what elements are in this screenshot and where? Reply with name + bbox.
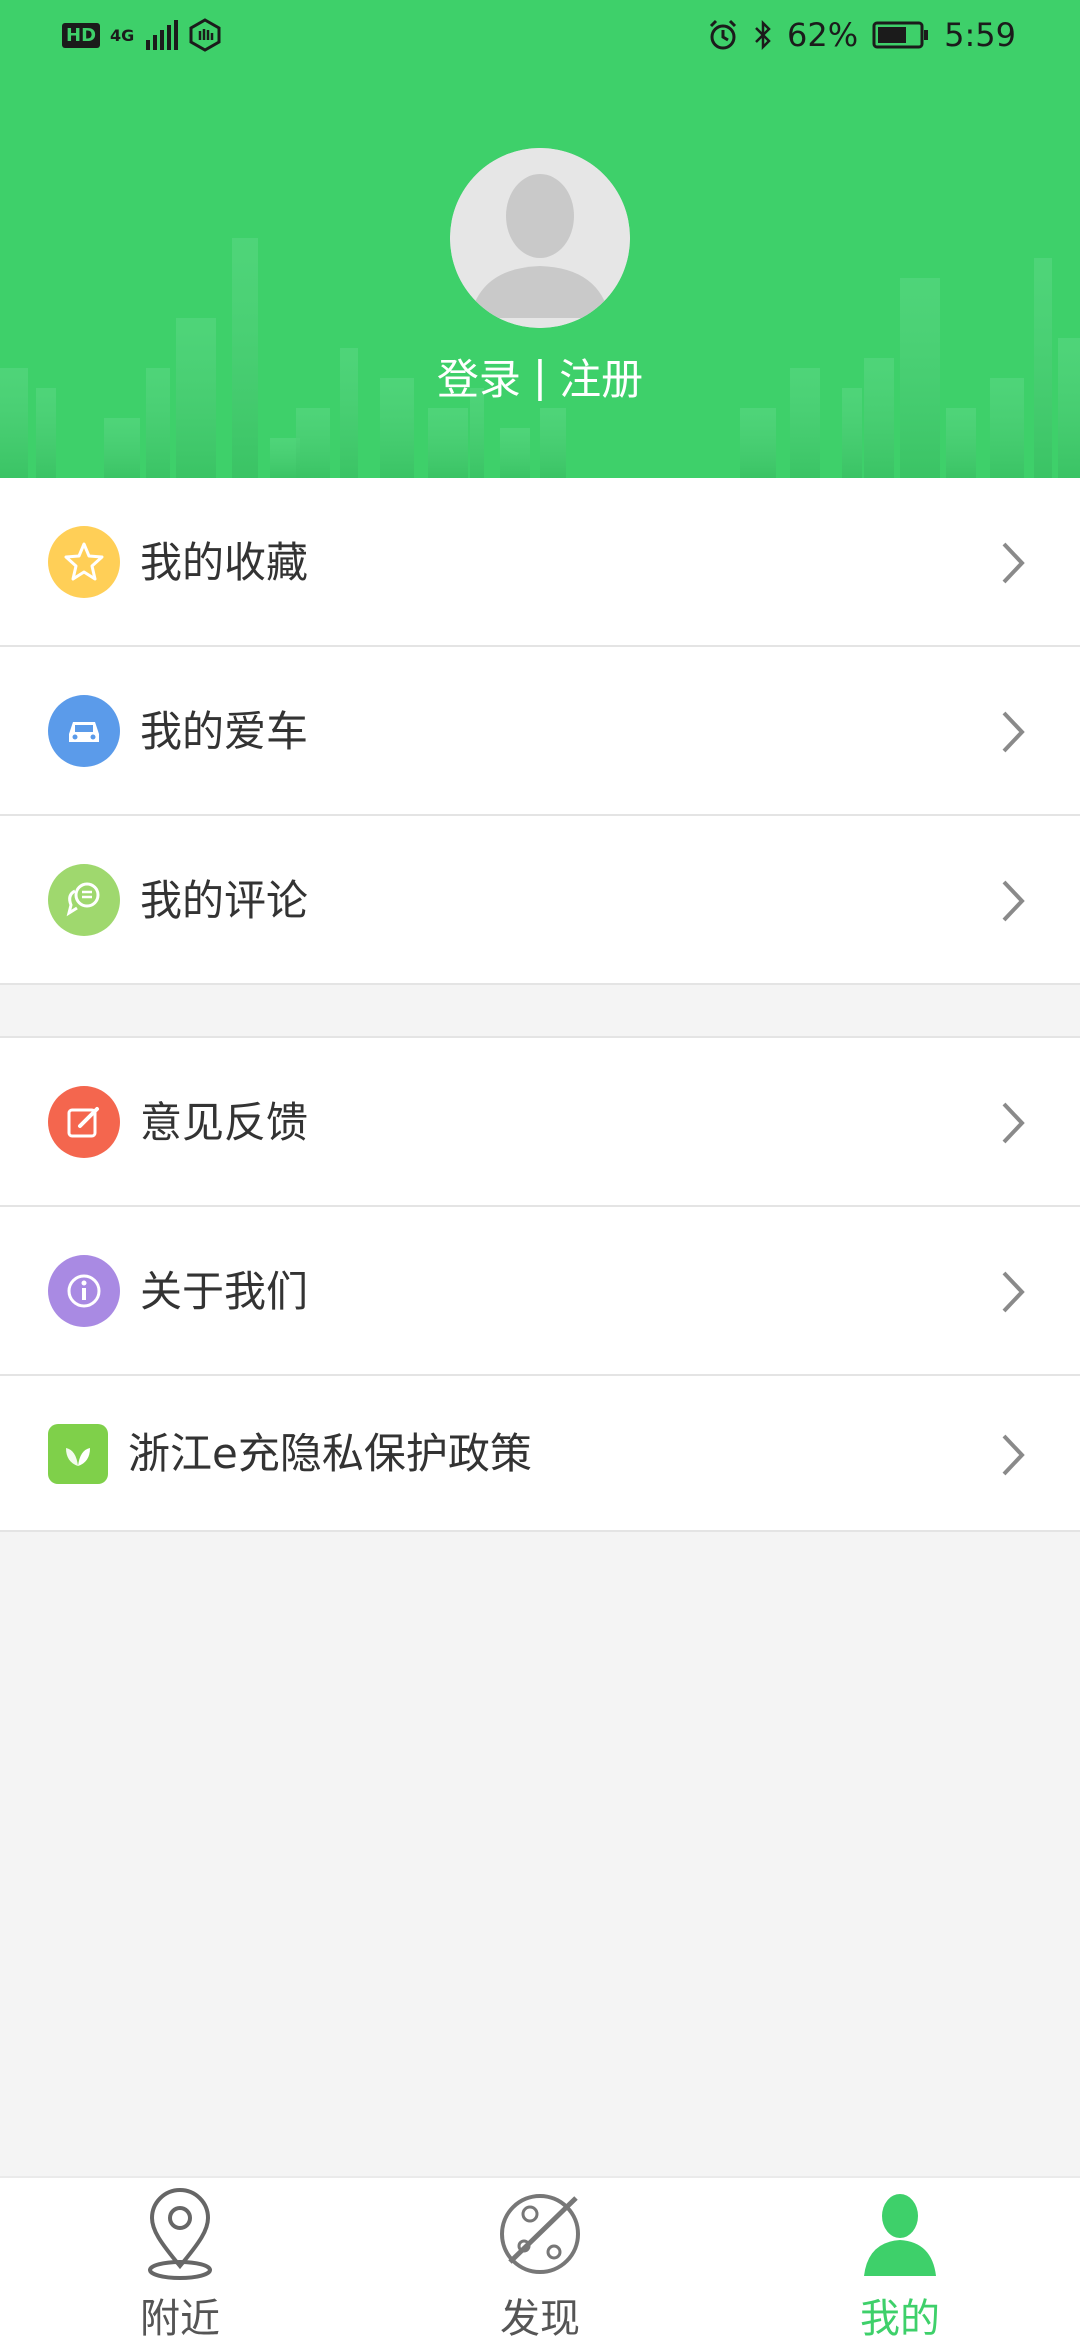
hd-badge: HD: [62, 22, 101, 48]
battery-percent: 62%: [787, 16, 859, 54]
menu-item-label: 我的评论: [140, 876, 309, 925]
signal-label: 4G: [110, 25, 135, 45]
status-bar-left: HD 4G: [62, 18, 222, 52]
chevron-right-icon: [1002, 1102, 1025, 1144]
bluetooth-icon: [755, 19, 771, 51]
battery-icon: [872, 21, 929, 49]
chevron-right-icon: [1002, 1434, 1025, 1476]
menu-item-label: 意见反馈: [140, 1098, 309, 1147]
edit-icon: [48, 1086, 120, 1158]
chevron-right-icon: [1002, 711, 1025, 753]
login-register-separator: |: [532, 352, 548, 401]
status-bar-right: 62% 5:59: [707, 16, 1016, 54]
chevron-right-icon: [1002, 1271, 1025, 1313]
menu-item-label: 我的收藏: [140, 538, 309, 587]
tab-mine[interactable]: 我的: [720, 2178, 1080, 2340]
register-link[interactable]: 注册: [559, 355, 643, 404]
hand-shield-icon: [189, 18, 221, 52]
menu-group-secondary: 意见反馈 关于我们 浙江e充隐私保护政策: [0, 1036, 1080, 1532]
location-pin-icon: [148, 2188, 212, 2280]
chevron-right-icon: [1002, 542, 1025, 584]
comment-icon: [48, 864, 120, 936]
tab-nearby[interactable]: 附近: [0, 2178, 360, 2340]
menu-group-primary: 我的收藏 我的爱车 我的评论: [0, 478, 1080, 985]
car-icon: [48, 695, 120, 767]
profile-header: HD 4G 62% 5:59 登录 | 注册: [0, 0, 1080, 478]
leaf-icon: [48, 1424, 108, 1484]
planet-icon: [500, 2194, 580, 2274]
clock: 5:59: [944, 16, 1016, 54]
login-register: 登录 | 注册: [0, 346, 1080, 407]
status-bar: HD 4G 62% 5:59: [0, 0, 1080, 74]
chevron-right-icon: [1002, 880, 1025, 922]
signal-bars-icon: [146, 20, 179, 50]
tab-discover[interactable]: 发现: [360, 2178, 720, 2340]
alarm-icon: [709, 19, 737, 50]
login-link[interactable]: 登录: [437, 355, 521, 404]
menu-item-favorites[interactable]: 我的收藏: [0, 478, 1080, 647]
star-icon: [48, 526, 120, 598]
default-user-avatar-icon: [450, 148, 630, 328]
tab-label: 发现: [500, 2296, 580, 2340]
tab-label: 我的: [860, 2296, 940, 2340]
user-icon: [864, 2194, 936, 2276]
menu-item-my-comments[interactable]: 我的评论: [0, 816, 1080, 985]
menu-item-feedback[interactable]: 意见反馈: [0, 1038, 1080, 1207]
menu-item-label: 浙江e充隐私保护政策: [128, 1429, 532, 1478]
menu-item-about-us[interactable]: 关于我们: [0, 1207, 1080, 1376]
bottom-navigation: 附近 发现 我的: [0, 2176, 1080, 2340]
tab-label: 附近: [140, 2296, 220, 2340]
avatar[interactable]: [450, 148, 630, 328]
menu-item-my-car[interactable]: 我的爱车: [0, 647, 1080, 816]
menu-item-label: 我的爱车: [140, 707, 309, 756]
info-icon: [48, 1255, 120, 1327]
menu-item-label: 关于我们: [140, 1267, 309, 1316]
menu-item-privacy-policy[interactable]: 浙江e充隐私保护政策: [0, 1376, 1080, 1532]
